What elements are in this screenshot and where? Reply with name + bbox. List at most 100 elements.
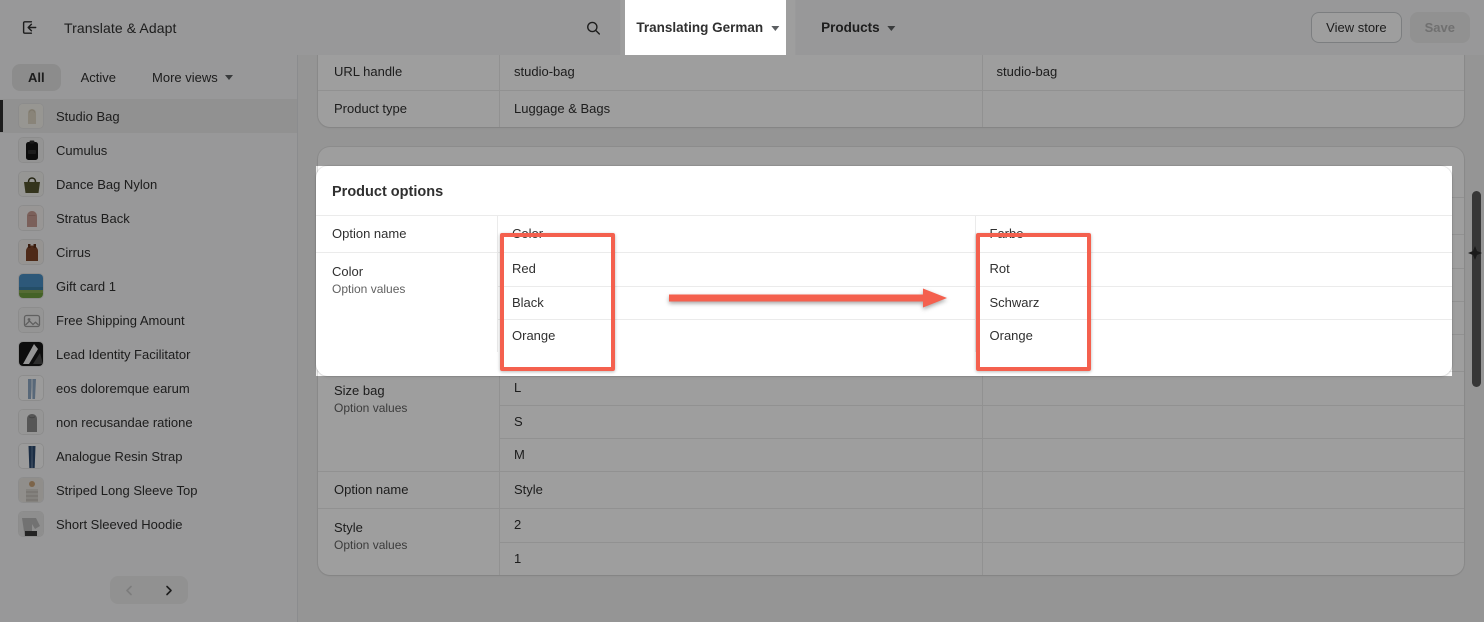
option-value-row: S — [500, 405, 1464, 438]
vertical-scrollbar[interactable] — [1468, 55, 1484, 622]
sidebar-item-non-recusandae-ratione[interactable]: non recusandae ratione — [0, 405, 297, 439]
dark-abstract-thumb — [18, 341, 44, 367]
option-value-translation[interactable] — [983, 509, 1465, 542]
row-label: Size bag Option values — [318, 372, 500, 471]
option-value-translation-orange[interactable]: Orange — [976, 320, 1453, 352]
url-handle-label: URL handle — [334, 64, 403, 79]
landscape-giftcard-thumb — [18, 273, 44, 299]
sidebar-item-label: Cumulus — [56, 142, 108, 158]
option-value-row: 1 — [500, 542, 1464, 575]
option-value-translation-rot[interactable]: Rot — [976, 253, 1453, 286]
option-value-source-red[interactable]: Red — [498, 253, 976, 286]
resource-type-label: Products — [821, 20, 880, 35]
chevron-down-icon — [771, 25, 780, 31]
row-label: URL handle — [318, 55, 500, 90]
denim-jeans-thumb — [18, 443, 44, 469]
option-value-source[interactable]: 2 — [500, 509, 983, 542]
sidebar-item-cirrus[interactable]: Cirrus — [0, 235, 297, 269]
option-value-row: Black Schwarz — [498, 286, 1452, 319]
striped-top-thumb — [18, 477, 44, 503]
top-bar-center-controls: Translating German Products — [576, 0, 908, 55]
row-label: Color Option values — [316, 253, 498, 352]
option-value-translation[interactable] — [983, 406, 1465, 438]
view-tab-more-views-label: More views — [152, 69, 218, 85]
pink-backpack-thumb — [18, 205, 44, 231]
app-top-bar: Translate & Adapt Translating German Pro… — [0, 0, 1484, 55]
view-tab-active[interactable]: Active — [65, 64, 132, 91]
option-name-label: Option name — [332, 226, 407, 241]
sidebar-item-label: Studio Bag — [56, 108, 120, 124]
option-name-source-color[interactable]: Color — [498, 216, 976, 252]
sidebar-item-cumulus[interactable]: Cumulus — [0, 133, 297, 167]
view-store-button[interactable]: View store — [1311, 12, 1402, 43]
product-options-title: Product options — [332, 184, 444, 200]
option-value-source-black[interactable]: Black — [498, 287, 976, 319]
option-value-source-orange[interactable]: Orange — [498, 320, 976, 352]
option-value-translation[interactable] — [983, 543, 1465, 575]
product-type-source[interactable]: Luggage & Bags — [500, 91, 983, 127]
sidebar-item-label: Short Sleeved Hoodie — [56, 516, 183, 532]
sidebar-item-studio-bag[interactable]: Studio Bag — [0, 99, 297, 133]
exit-left-icon[interactable] — [14, 13, 44, 43]
product-details-card: Handcrafted in Italy at a best-in-class … — [318, 55, 1464, 127]
row-label: Product type — [318, 91, 500, 127]
sidebar-item-label: Stratus Back — [56, 210, 130, 226]
view-tab-all[interactable]: All — [12, 63, 61, 91]
sidebar-item-gift-card-1[interactable]: Gift card 1 — [0, 269, 297, 303]
chevron-down-icon — [887, 25, 896, 31]
sidebar-item-short-sleeved-hoodie[interactable]: Short Sleeved Hoodie — [0, 507, 297, 541]
url-handle-translation[interactable]: studio-bag — [983, 55, 1465, 90]
option-value-translation[interactable] — [983, 439, 1465, 471]
sidebar-item-label: Striped Long Sleeve Top — [56, 482, 198, 498]
product-type-label: Product type — [334, 101, 407, 116]
option-name-translation[interactable] — [983, 472, 1465, 508]
resource-type-selector[interactable]: Products — [809, 13, 908, 42]
search-icon[interactable] — [576, 13, 610, 43]
grey-sleeve-thumb — [18, 511, 44, 537]
sidebar-item-label: Dance Bag Nylon — [56, 176, 158, 192]
sidebar-item-label: non recusandae ratione — [56, 414, 193, 430]
option-values-group-color: Color Option values Red Rot Black Schwar… — [316, 252, 1452, 352]
sidebar-item-label: Gift card 1 — [56, 278, 116, 294]
option-value-translation[interactable] — [983, 372, 1465, 405]
view-tab-more-views[interactable]: More views — [136, 64, 249, 91]
app-title: Translate & Adapt — [64, 19, 177, 36]
option-value-source[interactable]: S — [500, 406, 983, 438]
grey-hoodie-thumb — [18, 409, 44, 435]
placeholder-image-thumb — [18, 307, 44, 333]
sidebar-item-eos-doloremque-earum[interactable]: eos doloremque earum — [0, 371, 297, 405]
url-handle-source[interactable]: studio-bag — [500, 55, 983, 90]
option-name-translation-farbe[interactable]: Farbe — [976, 216, 1453, 252]
sidebar-item-lead-identity-facilitator[interactable]: Lead Identity Facilitator — [0, 337, 297, 371]
olive-tote-thumb — [18, 171, 44, 197]
blue-jeans-thumb — [18, 375, 44, 401]
sidebar-item-stratus-back[interactable]: Stratus Back — [0, 201, 297, 235]
option-name-source[interactable]: Style — [500, 472, 983, 508]
products-sidebar: All Active More views Studio Bag Cumulus — [0, 55, 298, 622]
chevron-down-icon — [224, 75, 233, 80]
option-value-source[interactable]: L — [500, 372, 983, 405]
product-options-card: Product options Option name Color Farbe … — [316, 166, 1452, 376]
table-row: URL handle studio-bag studio-bag — [318, 55, 1464, 90]
option-value-source[interactable]: M — [500, 439, 983, 471]
black-backpack-thumb — [18, 137, 44, 163]
sidebar-item-label: Lead Identity Facilitator — [56, 346, 191, 362]
option-values-group: Style Option values 2 1 — [318, 508, 1464, 575]
translating-language-selector[interactable]: Translating German — [620, 0, 796, 55]
sidebar-item-dance-bag-nylon[interactable]: Dance Bag Nylon — [0, 167, 297, 201]
option-values-sublabel: Option values — [332, 282, 406, 296]
sidebar-item-free-shipping-amount[interactable]: Free Shipping Amount — [0, 303, 297, 337]
sidebar-item-striped-long-sleeve-top[interactable]: Striped Long Sleeve Top — [0, 473, 297, 507]
product-type-translation[interactable] — [983, 91, 1465, 127]
sidebar-item-label: Analogue Resin Strap — [56, 448, 183, 464]
sidebar-item-analogue-resin-strap[interactable]: Analogue Resin Strap — [0, 439, 297, 473]
option-value-row: 2 — [500, 509, 1464, 542]
top-bar-actions: View store Save — [1311, 12, 1470, 43]
chevron-right-icon[interactable] — [149, 576, 188, 604]
option-value-translation-schwarz[interactable]: Schwarz — [976, 287, 1453, 319]
row-label: Option name — [316, 216, 498, 252]
vertical-scrollbar-thumb[interactable] — [1472, 191, 1481, 387]
save-button: Save — [1409, 12, 1470, 43]
option-value-source[interactable]: 1 — [500, 543, 983, 575]
row-label: Style Option values — [318, 509, 500, 575]
